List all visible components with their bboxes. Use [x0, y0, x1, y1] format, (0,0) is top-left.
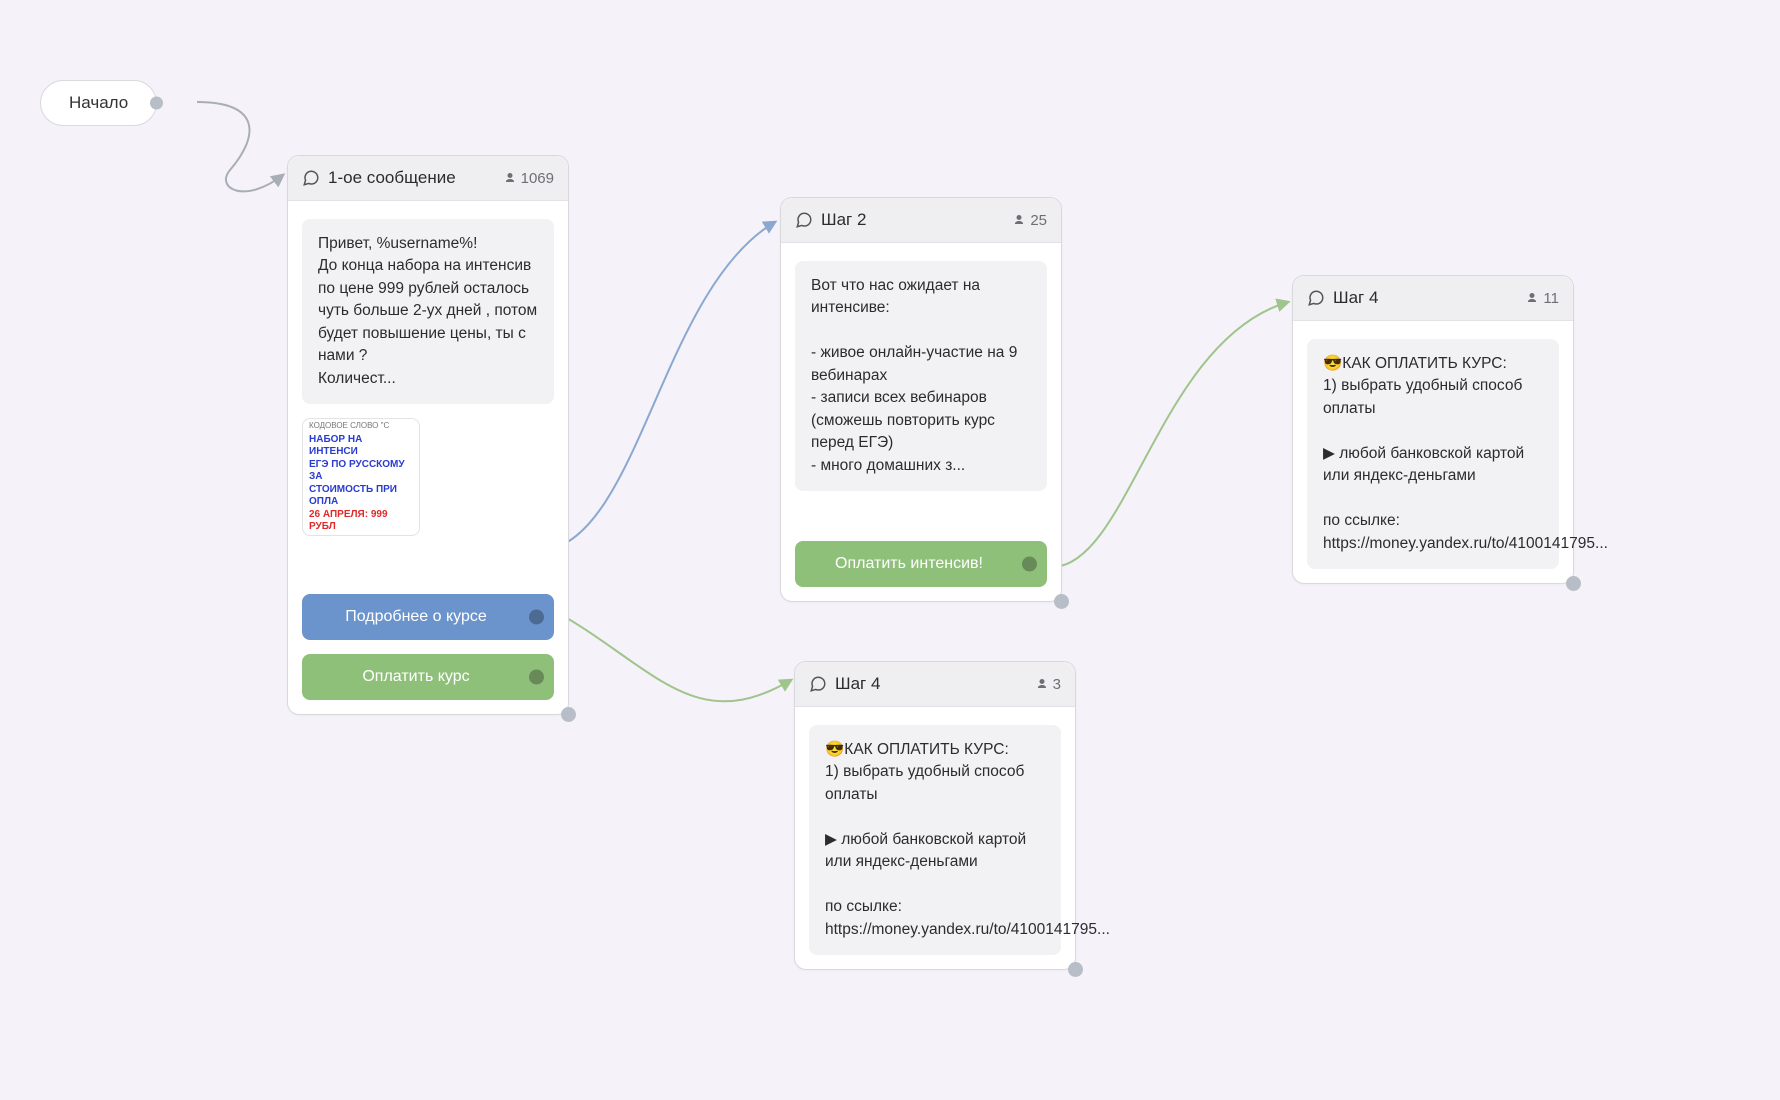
button-label: Подробнее о курсе: [345, 608, 487, 625]
pay-course-button[interactable]: Оплатить курс: [302, 654, 554, 700]
chat-icon: [809, 675, 827, 693]
connector-handle[interactable]: [1566, 576, 1581, 591]
node-step-2[interactable]: Шаг 2 25 Вот что нас ожидает на интенсив…: [780, 197, 1062, 602]
user-count: 25: [1030, 212, 1047, 229]
pay-intensive-button[interactable]: Оплатить интенсив!: [795, 541, 1047, 587]
chat-icon: [795, 211, 813, 229]
user-icon: [504, 171, 516, 185]
connector-handle[interactable]: [1022, 557, 1037, 572]
message-text: 😎КАК ОПЛАТИТЬ КУРС: 1) выбрать удобный с…: [809, 725, 1061, 955]
attachment-thumb[interactable]: КОДОВОЕ СЛОВО "С НАБОР НА ИНТЕНСИ ЕГЭ ПО…: [302, 418, 420, 536]
card-title: Шаг 2: [821, 210, 866, 230]
message-text: Привет, %username%! До конца набора на и…: [302, 219, 554, 404]
node-first-message[interactable]: 1-ое сообщение 1069 Привет, %username%! …: [287, 155, 569, 715]
button-label: Оплатить интенсив!: [835, 555, 983, 572]
connector-handle[interactable]: [1054, 594, 1069, 609]
connector-handle[interactable]: [529, 610, 544, 625]
start-node[interactable]: Начало: [40, 80, 157, 126]
card-title: 1-ое сообщение: [328, 168, 456, 188]
message-text: 😎КАК ОПЛАТИТЬ КУРС: 1) выбрать удобный с…: [1307, 339, 1559, 569]
button-label: Оплатить курс: [362, 668, 469, 685]
chat-icon: [302, 169, 320, 187]
chat-icon: [1307, 289, 1325, 307]
connector-handle[interactable]: [529, 670, 544, 685]
message-text: Вот что нас ожидает на интенсиве: - живо…: [795, 261, 1047, 491]
node-step-4-right[interactable]: Шаг 4 11 😎КАК ОПЛАТИТЬ КУРС: 1) выбрать …: [1292, 275, 1574, 584]
user-count: 11: [1543, 290, 1559, 307]
user-icon: [1036, 677, 1048, 691]
connector-handle[interactable]: [561, 707, 576, 722]
flow-canvas[interactable]: Начало 1-ое сообщение 1069 Привет, %user…: [0, 0, 1780, 1100]
node-step-4-lower[interactable]: Шаг 4 3 😎КАК ОПЛАТИТЬ КУРС: 1) выбрать у…: [794, 661, 1076, 970]
connector-handle[interactable]: [150, 97, 163, 110]
connector-handle[interactable]: [1068, 962, 1083, 977]
card-title: Шаг 4: [835, 674, 880, 694]
user-count: 3: [1053, 676, 1061, 693]
user-icon: [1013, 213, 1025, 227]
card-title: Шаг 4: [1333, 288, 1378, 308]
start-label: Начало: [69, 93, 128, 113]
user-icon: [1526, 291, 1538, 305]
more-about-course-button[interactable]: Подробнее о курсе: [302, 594, 554, 640]
user-count: 1069: [521, 170, 554, 187]
